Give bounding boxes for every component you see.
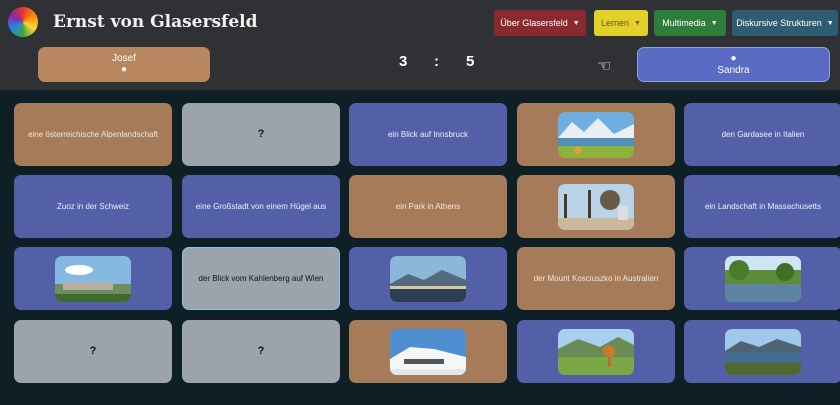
- nav-label: Diskursive Strukturen: [736, 18, 822, 28]
- memory-card-image[interactable]: [517, 103, 675, 166]
- card-question-mark: ?: [257, 345, 265, 357]
- card-label: ein Blick auf Innsbruck: [387, 130, 469, 139]
- memory-card-image[interactable]: [684, 247, 840, 310]
- player-name: Sandra: [717, 65, 750, 76]
- memory-card-image[interactable]: [517, 320, 675, 383]
- park-photo: [558, 183, 634, 230]
- memory-card-hidden[interactable]: ?: [182, 320, 340, 383]
- city-hill-photo: [55, 255, 131, 302]
- memory-card-text[interactable]: den Gardasee in Italien: [684, 103, 840, 166]
- river-landscape-photo: [725, 255, 801, 302]
- color-wheel-logo-icon[interactable]: [8, 7, 38, 37]
- score-bar: Josef ● 3 : 5 ☜ ● Sandra: [0, 44, 840, 90]
- card-label: ein Park in Athens: [395, 202, 461, 211]
- memory-card-image[interactable]: [14, 247, 172, 310]
- caret-down-icon: ▼: [826, 19, 834, 27]
- nav-ueber-glasersfeld-button[interactable]: Über Glasersfeld ▼: [494, 10, 586, 36]
- memory-card-image[interactable]: [349, 247, 507, 310]
- nav-multimedia-button[interactable]: Multimedia ▼: [654, 10, 726, 36]
- alpine-lake-photo: [558, 111, 634, 158]
- nav-label: Lernen: [601, 18, 630, 28]
- memory-card-image[interactable]: [517, 175, 675, 238]
- card-label: ein Landschaft in Massachusetts: [704, 202, 822, 211]
- card-label: der Mount Kosciuszko in Australien: [533, 274, 659, 283]
- player-sandra-panel: ● Sandra: [637, 47, 830, 82]
- nav-label: Multimedia: [662, 18, 706, 28]
- nav-diskursive-strukturen-button[interactable]: Diskursive Strukturen ▼: [732, 10, 838, 36]
- memory-card-grid: eine österreichische Alpenlandschaft? ein…: [0, 90, 840, 405]
- memory-card-image[interactable]: [349, 320, 507, 383]
- hand-pointing-left-icon: ☜: [597, 58, 612, 75]
- memory-card-text[interactable]: ein Blick auf Innsbruck: [349, 103, 507, 166]
- card-label: eine Großstadt von einem Hügel aus: [195, 202, 327, 211]
- user-icon: ●: [120, 64, 128, 75]
- memory-card-text[interactable]: der Blick vom Kahlenberg auf Wien: [182, 247, 340, 310]
- memory-card-hidden[interactable]: ?: [182, 103, 340, 166]
- score-separator: :: [434, 53, 439, 70]
- snow-mountain-photo: [390, 328, 466, 375]
- nav-label: Über Glasersfeld: [500, 18, 568, 28]
- navbar: Ernst von Glasersfeld Über Glasersfeld ▼ …: [0, 0, 840, 44]
- card-label: den Gardasee in Italien: [721, 130, 805, 139]
- memory-card-text[interactable]: Zuoz in der Schweiz: [14, 175, 172, 238]
- memory-card-hidden[interactable]: ?: [14, 320, 172, 383]
- memory-card-text[interactable]: ein Park in Athens: [349, 175, 507, 238]
- card-label: der Blick vom Kahlenberg auf Wien: [198, 274, 324, 283]
- score-left: 3: [399, 53, 408, 70]
- player-josef-panel: Josef ●: [38, 47, 210, 82]
- memory-card-text[interactable]: ein Landschaft in Massachusetts: [684, 175, 840, 238]
- brand-title[interactable]: Ernst von Glasersfeld: [53, 12, 258, 32]
- card-question-mark: ?: [257, 128, 265, 140]
- lake-mountains-photo: [725, 328, 801, 375]
- caret-down-icon: ▼: [572, 19, 580, 27]
- memory-card-text[interactable]: eine Großstadt von einem Hügel aus: [182, 175, 340, 238]
- memory-card-image[interactable]: [684, 320, 840, 383]
- caret-down-icon: ▼: [634, 19, 641, 27]
- green-valley-photo: [558, 328, 634, 375]
- nav-lernen-button[interactable]: Lernen ▼: [594, 10, 648, 36]
- mountain-city-photo: [390, 255, 466, 302]
- card-question-mark: ?: [89, 345, 97, 357]
- card-label: eine österreichische Alpenlandschaft: [28, 130, 158, 139]
- score-right: 5: [466, 53, 475, 70]
- memory-card-text[interactable]: eine österreichische Alpenlandschaft: [14, 103, 172, 166]
- caret-down-icon: ▼: [710, 19, 718, 27]
- player-name: Josef: [112, 53, 136, 64]
- card-label: Zuoz in der Schweiz: [56, 202, 130, 211]
- memory-card-text[interactable]: der Mount Kosciuszko in Australien: [517, 247, 675, 310]
- user-icon: ●: [730, 53, 737, 64]
